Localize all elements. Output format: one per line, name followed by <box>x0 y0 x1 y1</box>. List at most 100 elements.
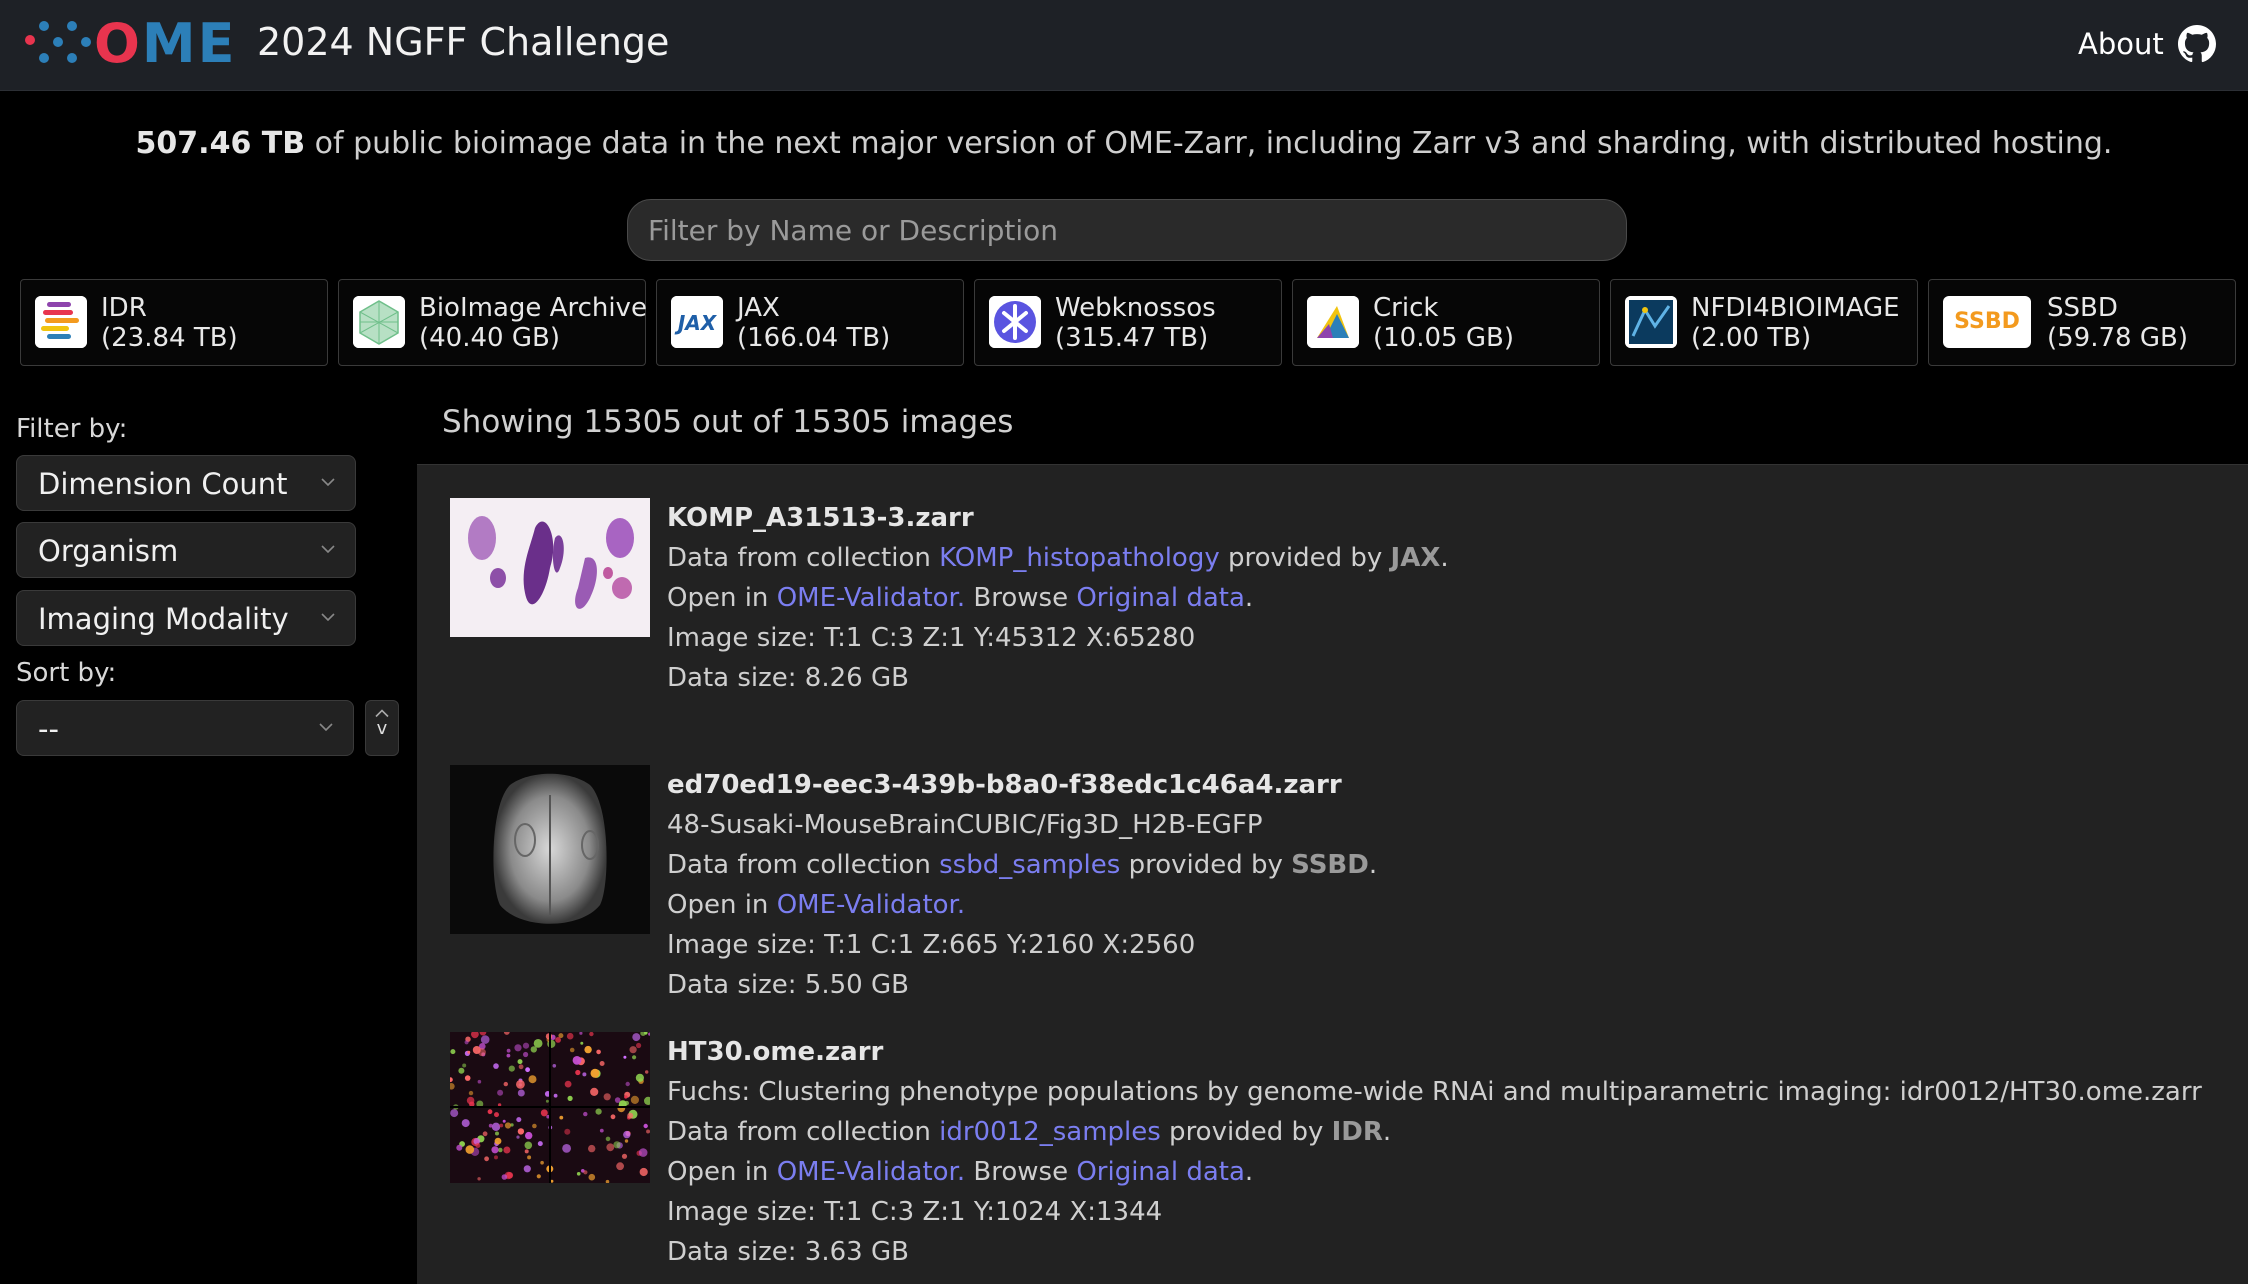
item-name[interactable]: ed70ed19-eec3-439b-b8a0-f38edc1c46a4.zar… <box>667 765 1377 805</box>
cell-speckle <box>564 1128 571 1135</box>
cell-speckle <box>522 1042 530 1049</box>
cell-speckle <box>517 1128 525 1135</box>
cell-speckle <box>599 1061 605 1066</box>
ssbd-logo-text: SSBD <box>1954 309 2020 334</box>
cell-speckle <box>524 1141 533 1150</box>
top-navbar: OME 2024 NGFF Challenge About <box>0 0 2248 91</box>
item-name[interactable]: HT30.ome.zarr <box>667 1032 2202 1072</box>
cell-speckle <box>491 1146 499 1154</box>
nfdi4bioimage-logo-icon <box>1625 296 1677 348</box>
cell-speckle <box>477 1177 481 1181</box>
cell-speckle <box>456 1144 463 1151</box>
item-info: HT30.ome.zarr Fuchs: Clustering phenotyp… <box>667 1032 2202 1272</box>
chevron-down-icon <box>321 613 335 621</box>
original-data-link[interactable]: Original data <box>1076 1157 1245 1187</box>
source-size: (10.05 GB) <box>1373 323 1514 353</box>
browse-text: Browse <box>965 1157 1077 1187</box>
source-card-jax[interactable]: JAX JAX (166.04 TB) <box>656 279 964 366</box>
cell-speckle <box>627 1112 634 1119</box>
dimension-count-select[interactable]: Dimension Count <box>16 455 356 511</box>
cell-speckle <box>623 1130 631 1139</box>
cell-speckle <box>580 1041 584 1045</box>
provider-name: IDR <box>1331 1117 1383 1147</box>
source-card-idr[interactable]: IDR (23.84 TB) <box>20 279 328 366</box>
source-card-webknossos[interactable]: Webknossos (315.47 TB) <box>974 279 1282 366</box>
cell-speckle <box>480 1035 490 1044</box>
source-size: (59.78 GB) <box>2047 323 2188 353</box>
chevron-down-icon <box>321 545 335 553</box>
summary-text: 507.46 TB of public bioimage data in the… <box>0 126 2248 161</box>
cell-speckle <box>623 1055 627 1059</box>
cell-speckle <box>606 1143 615 1152</box>
cell-speckle <box>536 1174 541 1179</box>
item-open-line: Open in OME-Validator. <box>667 885 1377 925</box>
cell-speckle <box>497 1089 504 1096</box>
cell-speckle <box>589 1032 594 1037</box>
sort-direction-toggle[interactable]: v <box>365 700 399 756</box>
cell-speckle <box>599 1128 604 1133</box>
ome-validator-link[interactable]: OME-Validator. <box>777 1157 965 1187</box>
cell-speckle <box>464 1075 471 1081</box>
cell-speckle <box>525 1067 530 1073</box>
cell-speckle <box>498 1147 503 1153</box>
collection-link[interactable]: KOMP_histopathology <box>939 543 1220 573</box>
cell-speckle <box>596 1049 601 1055</box>
ssbd-logo-icon: SSBD <box>1943 296 2031 348</box>
item-name[interactable]: KOMP_A31513-3.zarr <box>667 498 1449 538</box>
cell-speckle <box>450 1049 456 1055</box>
source-size: (2.00 TB) <box>1691 323 1812 353</box>
original-data-link[interactable]: Original data <box>1076 583 1245 613</box>
source-card-crick[interactable]: Crick (10.05 GB) <box>1292 279 1600 366</box>
image-thumbnail[interactable] <box>450 765 650 934</box>
organism-select[interactable]: Organism <box>16 522 356 578</box>
cell-speckle <box>559 1115 564 1120</box>
image-thumbnail[interactable] <box>450 1032 650 1183</box>
chevron-down-icon <box>319 723 333 731</box>
idr-logo-icon <box>35 296 87 348</box>
summary-amount: 507.46 TB <box>135 126 306 161</box>
chevron-down-icon <box>321 478 335 486</box>
cell-speckle <box>495 1131 499 1136</box>
cell-speckle <box>525 1131 533 1140</box>
item-collection-line: Data from collection KOMP_histopathology… <box>667 543 1449 573</box>
cell-speckle <box>562 1144 571 1153</box>
source-name: Webknossos <box>1055 293 1216 323</box>
cell-speckle <box>643 1123 648 1129</box>
cell-speckle <box>508 1065 515 1072</box>
sort-by-select[interactable]: -- <box>16 700 354 756</box>
cell-speckle <box>502 1119 506 1123</box>
provided-by-text: provided by <box>1160 1117 1332 1147</box>
image-thumbnail[interactable] <box>450 498 650 637</box>
cell-speckle <box>566 1032 574 1040</box>
source-card-nfdi4bioimage[interactable]: NFDI4BIOIMAGE (2.00 TB) <box>1610 279 1918 366</box>
collection-link[interactable]: idr0012_samples <box>939 1117 1161 1147</box>
about-link[interactable]: About <box>2078 27 2164 61</box>
provider-name: SSBD <box>1291 850 1369 880</box>
app-title[interactable]: 2024 NGFF Challenge <box>257 20 669 64</box>
cell-speckle <box>625 1081 630 1087</box>
sort-by-label: Sort by: <box>16 658 117 688</box>
source-card-ssbd[interactable]: SSBD SSBD (59.78 GB) <box>1928 279 2236 366</box>
cell-speckle <box>629 1046 637 1054</box>
cell-speckle <box>553 1093 558 1098</box>
imaging-modality-select[interactable]: Imaging Modality <box>16 590 356 646</box>
chevron-up-icon <box>375 709 389 718</box>
results-count: Showing 15305 out of 15305 images <box>442 404 1014 440</box>
ome-validator-link[interactable]: OME-Validator. <box>777 890 965 920</box>
ome-logo-text[interactable]: OME <box>94 12 237 75</box>
collection-link[interactable]: ssbd_samples <box>939 850 1120 880</box>
cell-speckle <box>524 1149 529 1154</box>
ome-logo-dots-icon[interactable] <box>22 16 94 72</box>
cell-speckle <box>583 1170 588 1175</box>
item-collection-line: Data from collection idr0012_samples pro… <box>667 1117 1392 1147</box>
search-input[interactable] <box>627 199 1627 261</box>
filter-by-label: Filter by: <box>16 414 128 444</box>
cell-speckle <box>468 1090 474 1096</box>
cell-speckle <box>491 1122 501 1131</box>
source-card-bioimage-archive[interactable]: BioImage Archive (40.40 GB) <box>338 279 647 366</box>
collection-prefix: Data from collection <box>667 850 940 880</box>
crick-logo-icon <box>1307 296 1359 348</box>
ome-validator-link[interactable]: OME-Validator. <box>777 583 965 613</box>
item-description: 48-Susaki-MouseBrainCUBIC/Fig3D_H2B-EGFP <box>667 810 1263 840</box>
github-icon[interactable] <box>2178 25 2216 63</box>
